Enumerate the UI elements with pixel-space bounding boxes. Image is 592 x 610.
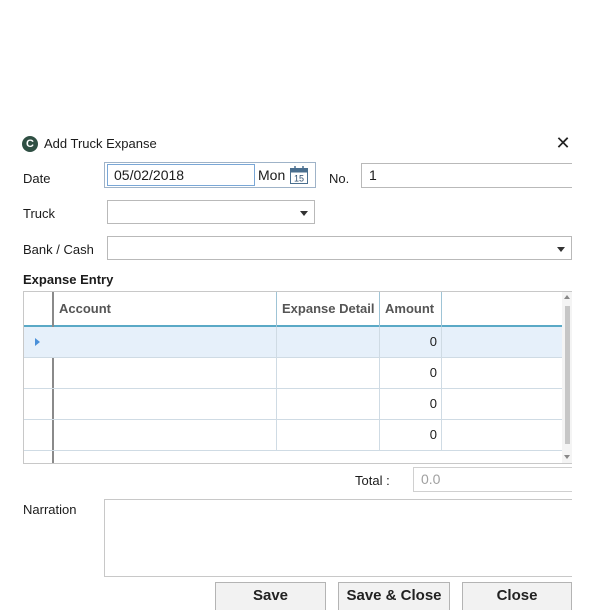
no-input[interactable]: 1 bbox=[361, 163, 572, 188]
table-row[interactable]: 0 bbox=[24, 327, 562, 358]
date-label: Date bbox=[23, 171, 51, 186]
calendar-icon[interactable]: 15 bbox=[289, 165, 309, 185]
cell-account[interactable] bbox=[54, 358, 277, 388]
cell-amount[interactable]: 0 bbox=[380, 327, 442, 357]
save-button[interactable]: Save bbox=[215, 582, 326, 610]
table-row[interactable]: 0 bbox=[24, 358, 562, 389]
cell-amount[interactable]: 0 bbox=[380, 358, 442, 388]
narration-textarea[interactable] bbox=[104, 499, 572, 577]
cell-expanse-detail[interactable] bbox=[277, 327, 380, 357]
scrollbar-thumb[interactable] bbox=[565, 306, 570, 444]
cell-account[interactable] bbox=[54, 420, 277, 450]
cell-amount[interactable]: 0 bbox=[380, 389, 442, 419]
cell-expanse-detail[interactable] bbox=[277, 420, 380, 450]
date-input[interactable]: 05/02/2018 bbox=[107, 164, 255, 186]
scroll-down-icon[interactable] bbox=[564, 455, 570, 459]
scroll-up-icon[interactable] bbox=[564, 295, 570, 299]
total-field: 0.0 bbox=[413, 467, 572, 492]
total-label: Total : bbox=[355, 473, 390, 488]
truck-select[interactable] bbox=[107, 200, 315, 224]
expanse-entry-grid[interactable]: Account Expanse Detail Amount 0 0 0 0 bbox=[23, 291, 572, 464]
truck-label: Truck bbox=[23, 206, 56, 221]
column-header-amount[interactable]: Amount bbox=[380, 292, 442, 327]
close-icon[interactable]: ✕ bbox=[554, 134, 572, 152]
close-button[interactable]: Close bbox=[462, 582, 572, 610]
table-row[interactable]: 0 bbox=[24, 420, 562, 451]
save-and-close-button[interactable]: Save & Close bbox=[338, 582, 450, 610]
column-header-account[interactable]: Account bbox=[54, 292, 277, 327]
no-label: No. bbox=[329, 171, 350, 186]
section-title-expanse-entry: Expanse Entry bbox=[23, 272, 114, 287]
bank-cash-select[interactable] bbox=[107, 236, 572, 260]
bank-cash-label: Bank / Cash bbox=[23, 242, 94, 257]
cell-amount[interactable]: 0 bbox=[380, 420, 442, 450]
calendar-day-number: 15 bbox=[294, 174, 304, 184]
table-row[interactable]: 0 bbox=[24, 389, 562, 420]
chevron-down-icon bbox=[300, 211, 308, 216]
window-title: Add Truck Expanse bbox=[44, 136, 157, 151]
cell-account[interactable] bbox=[54, 327, 277, 357]
current-row-arrow-icon bbox=[35, 338, 40, 346]
app-logo-icon: C bbox=[22, 136, 38, 152]
chevron-down-icon bbox=[557, 247, 565, 252]
cell-expanse-detail[interactable] bbox=[277, 358, 380, 388]
cell-expanse-detail[interactable] bbox=[277, 389, 380, 419]
day-of-week: Mon bbox=[258, 167, 286, 183]
column-header-expanse-detail[interactable]: Expanse Detail bbox=[277, 292, 380, 327]
narration-label: Narration bbox=[23, 502, 77, 517]
vertical-scrollbar[interactable] bbox=[562, 292, 572, 463]
cell-account[interactable] bbox=[54, 389, 277, 419]
